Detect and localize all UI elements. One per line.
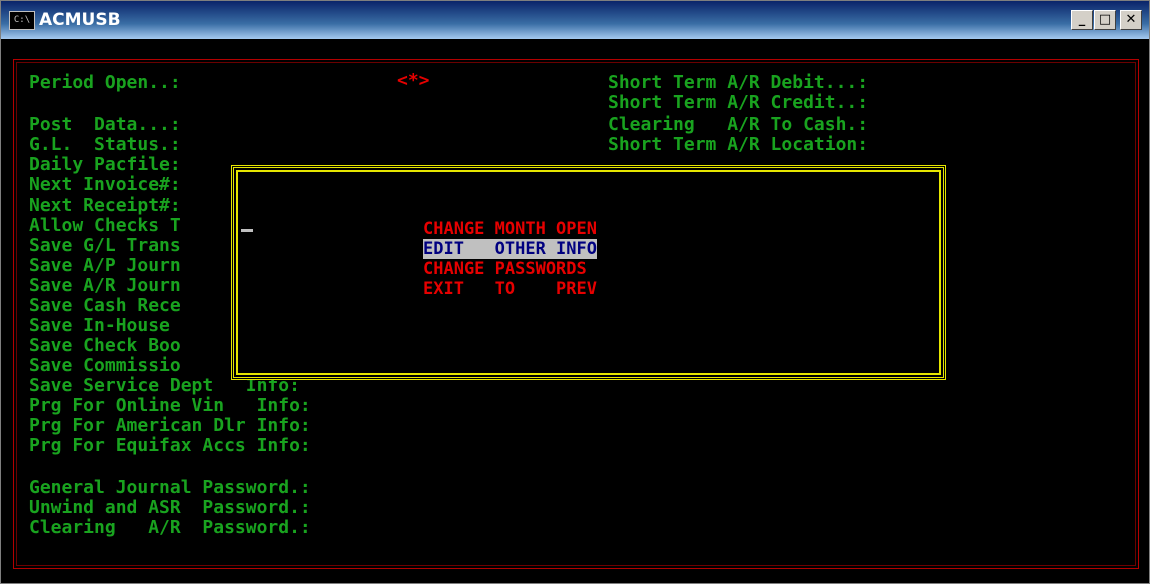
maximize-button[interactable]: □ [1094, 10, 1116, 30]
minimize-button[interactable]: _ [1071, 10, 1093, 30]
field-clearing-ar-password: Clearing A/R Password.: [29, 517, 311, 538]
field-period-open: Period Open..: [29, 72, 181, 93]
field-save-in-house: Save In-House [29, 315, 181, 336]
menu-item-change-passwords[interactable]: CHANGE PASSWORDS [423, 259, 587, 279]
field-st-ar-location: Short Term A/R Location: [608, 134, 869, 155]
field-daily-pacfile: Daily Pacfile: [29, 154, 181, 175]
field-save-ar-journ: Save A/R Journ [29, 275, 181, 296]
console-icon[interactable]: C:\ [9, 11, 35, 30]
menu-item-change-month-open[interactable]: CHANGE MONTH OPEN [423, 219, 597, 239]
text-cursor [241, 229, 253, 232]
window-title: ACMUSB [39, 10, 121, 30]
console-window: C:\ ACMUSB _ □ ✕ Period Open..: Post Dat… [0, 0, 1150, 584]
field-prg-online-vin: Prg For Online Vin Info: [29, 395, 311, 416]
field-post-data: Post Data...: [29, 114, 181, 135]
field-prg-american-dlr: Prg For American Dlr Info: [29, 415, 311, 436]
field-allow-checks: Allow Checks T [29, 215, 181, 236]
field-save-gl-trans: Save G/L Trans [29, 235, 181, 256]
field-next-invoice: Next Invoice#: [29, 174, 181, 195]
field-unwind-asr-password: Unwind and ASR Password.: [29, 497, 311, 518]
field-save-commissio: Save Commissio [29, 355, 181, 376]
field-prg-equifax-accs: Prg For Equifax Accs Info: [29, 435, 311, 456]
close-button[interactable]: ✕ [1120, 10, 1142, 30]
field-gl-status: G.L. Status.: [29, 134, 181, 155]
period-open-marker: <*> [397, 70, 430, 91]
field-save-ap-journ: Save A/P Journ [29, 255, 181, 276]
field-save-check-boo: Save Check Boo [29, 335, 181, 356]
field-clearing-ar-cash: Clearing A/R To Cash.: [608, 114, 869, 135]
title-bar[interactable]: C:\ ACMUSB _ □ ✕ [1, 1, 1149, 39]
field-save-cash-rece: Save Cash Rece [29, 295, 181, 316]
menu-popup [231, 165, 946, 380]
menu-item-edit-other-info[interactable]: EDIT OTHER INFO [423, 239, 597, 259]
console-screen[interactable]: Period Open..: Post Data...: G.L. Status… [1, 39, 1149, 583]
field-st-ar-credit: Short Term A/R Credit..: [608, 92, 869, 113]
menu-item-exit-to-prev[interactable]: EXIT TO PREV [423, 279, 597, 299]
field-st-ar-debit: Short Term A/R Debit...: [608, 72, 869, 93]
field-next-receipt: Next Receipt#: [29, 195, 181, 216]
field-gj-password: General Journal Password.: [29, 477, 311, 498]
